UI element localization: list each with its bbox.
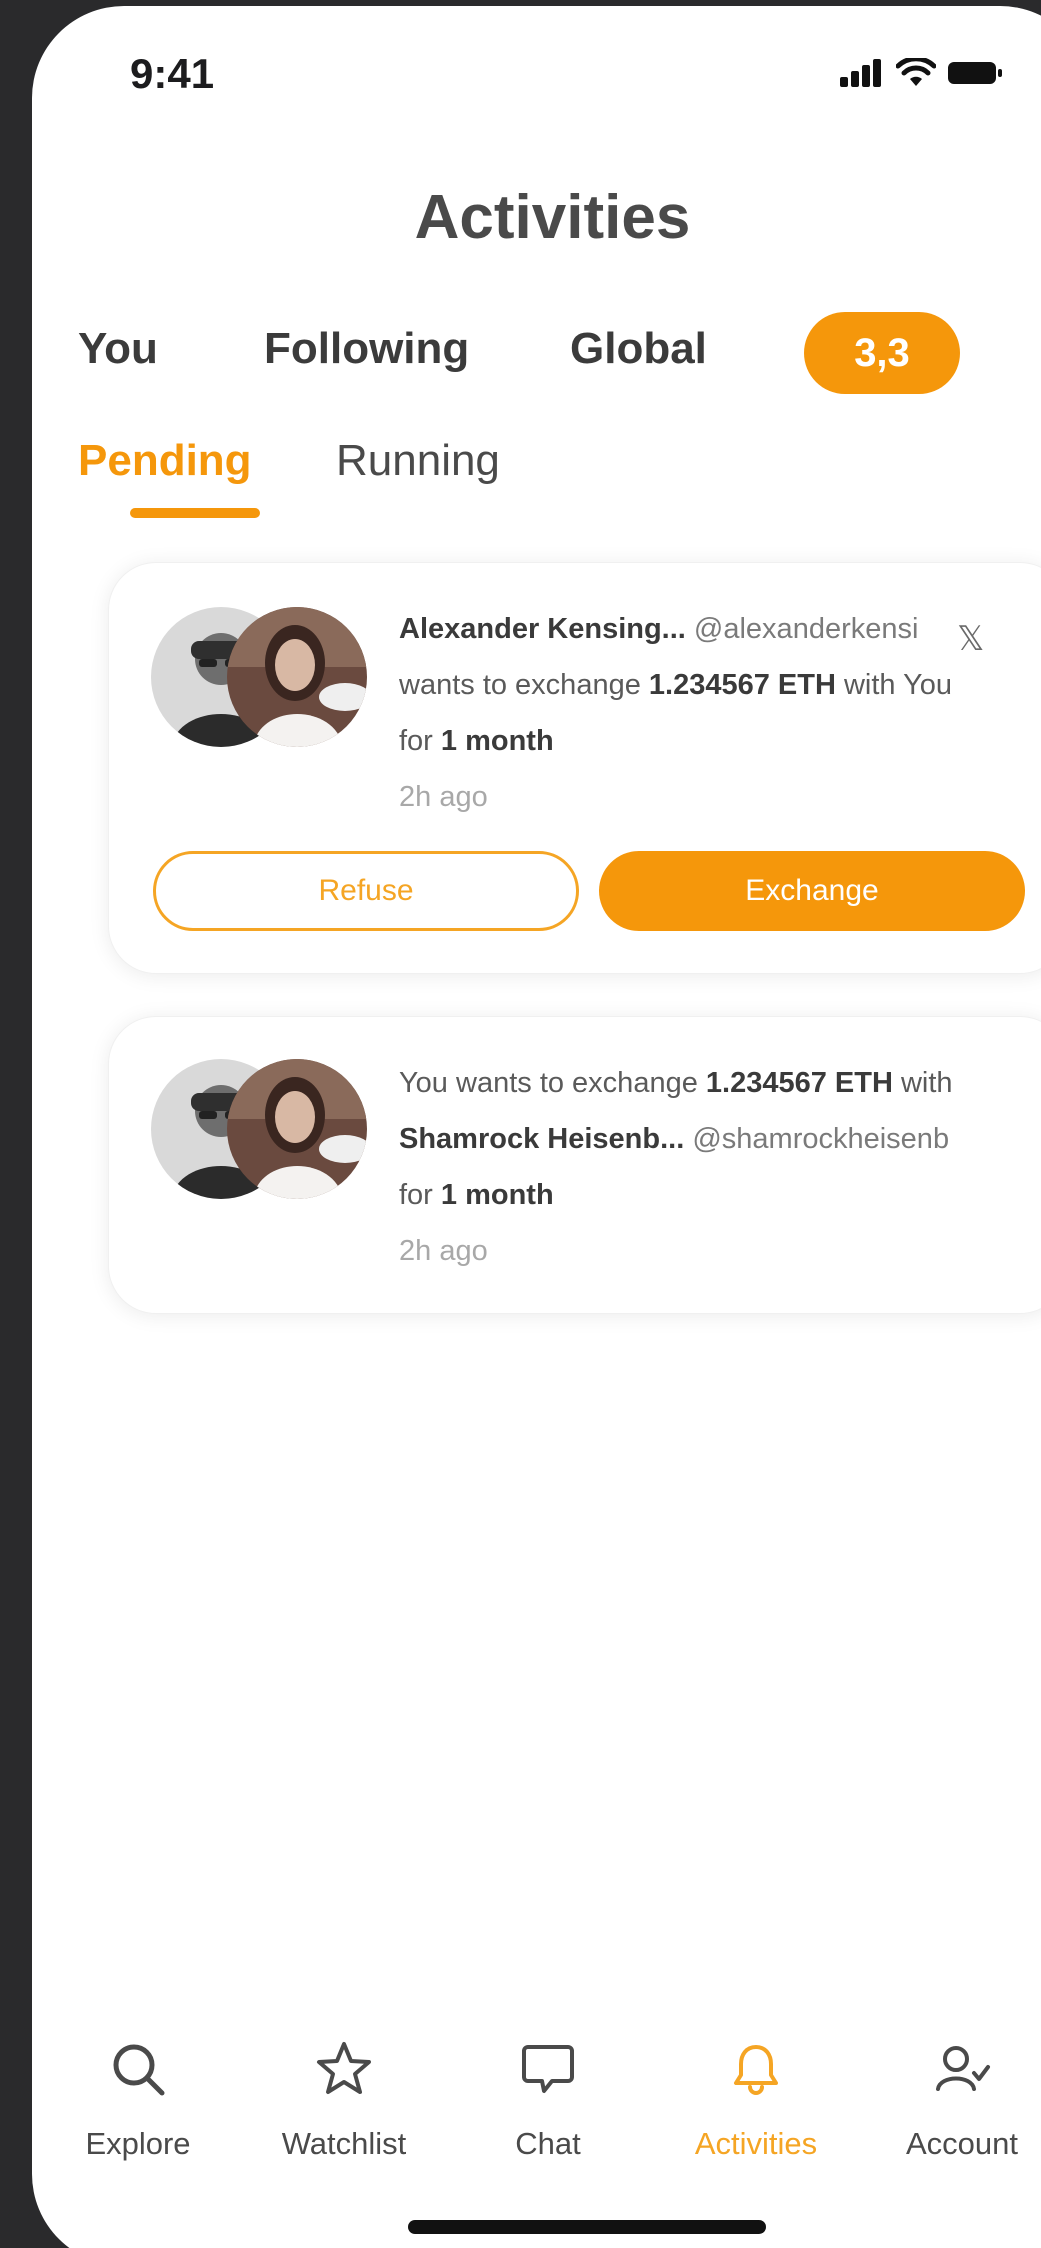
target-user: You: [903, 669, 953, 701]
nav-label: Chat: [515, 2126, 581, 2161]
status-icons: [840, 58, 1004, 88]
duration-prefix: for: [399, 725, 433, 757]
exchange-amount: 1.234567 ETH: [705, 1067, 893, 1099]
avatar-female: [227, 1059, 367, 1199]
wifi-icon: [896, 58, 936, 86]
page-title: Activities: [414, 183, 691, 252]
nav-account[interactable]: Account: [862, 2034, 1041, 2162]
user-handle[interactable]: @alexanderkensi: [694, 613, 919, 645]
duration: 1 month: [440, 725, 554, 757]
activity-line-3: for 1 month: [399, 725, 554, 758]
bell-icon: [734, 2045, 778, 2095]
activity-line-1: You wants to exchange 1.234567 ETH with: [399, 1067, 953, 1100]
activity-line-2: Shamrock Heisenb... @shamrockheisenb: [399, 1123, 949, 1156]
with-text: with: [900, 1067, 953, 1099]
exchange-text: wants to exchange: [456, 1067, 698, 1099]
signal-icon: [840, 59, 881, 87]
duration-prefix: for: [399, 1179, 433, 1211]
account-icon: [936, 2046, 990, 2091]
exchange-amount: 1.234567 ETH: [648, 669, 836, 701]
star-icon: [317, 2042, 371, 2094]
nav-chat[interactable]: Chat: [448, 2034, 648, 2162]
nav-label: Activities: [694, 2126, 818, 2161]
tab-global[interactable]: Global: [570, 324, 707, 374]
activity-card: You wants to exchange 1.234567 ETH with …: [108, 1016, 1041, 1314]
status-time: 9:41: [130, 50, 215, 97]
battery-icon: [948, 62, 1002, 84]
avatar-female: [227, 607, 367, 747]
duration: 1 month: [440, 1179, 554, 1211]
nav-watchlist[interactable]: Watchlist: [244, 2034, 444, 2162]
chat-icon: [522, 2045, 574, 2093]
tab-running[interactable]: Running: [336, 436, 500, 486]
search-icon: [113, 2044, 165, 2096]
with-text: with: [843, 669, 896, 701]
exchange-text: wants to exchange: [399, 669, 641, 701]
activity-line-3: for 1 month: [399, 1179, 554, 1212]
activity-card: Alexander Kensing... @alexanderkensi 𝕏 w…: [108, 562, 1041, 974]
home-indicator[interactable]: [408, 2220, 766, 2234]
exchange-button[interactable]: Exchange: [599, 851, 1025, 931]
time-ago: 2h ago: [399, 1235, 488, 1267]
nav-activities[interactable]: Activities: [656, 2034, 856, 2162]
user-name[interactable]: Alexander Kensing...: [399, 613, 686, 645]
nav-label: Watchlist: [281, 2126, 407, 2161]
active-tab-indicator: [130, 508, 260, 518]
refuse-button[interactable]: Refuse: [153, 851, 579, 931]
x-icon[interactable]: 𝕏: [957, 619, 984, 659]
tab-pending[interactable]: Pending: [78, 436, 252, 486]
nav-label: Explore: [85, 2126, 191, 2161]
activity-line-1: Alexander Kensing... @alexanderkensi: [399, 613, 918, 646]
time-ago: 2h ago: [399, 781, 488, 813]
nav-explore[interactable]: Explore: [38, 2034, 238, 2162]
tab-you[interactable]: You: [78, 324, 158, 374]
tab-following[interactable]: Following: [264, 324, 469, 374]
count-badge[interactable]: 3,3: [804, 312, 960, 394]
phone-screen: 9:41 Activities You Following Global 3,3…: [32, 6, 1041, 2248]
activity-line-2: wants to exchange 1.234567 ETH with You: [399, 669, 952, 702]
user-name[interactable]: Shamrock Heisenb...: [399, 1123, 684, 1155]
user-handle[interactable]: @shamrockheisenb: [692, 1123, 949, 1155]
nav-label: Account: [905, 2126, 1018, 2161]
subject-user: You: [399, 1067, 448, 1099]
